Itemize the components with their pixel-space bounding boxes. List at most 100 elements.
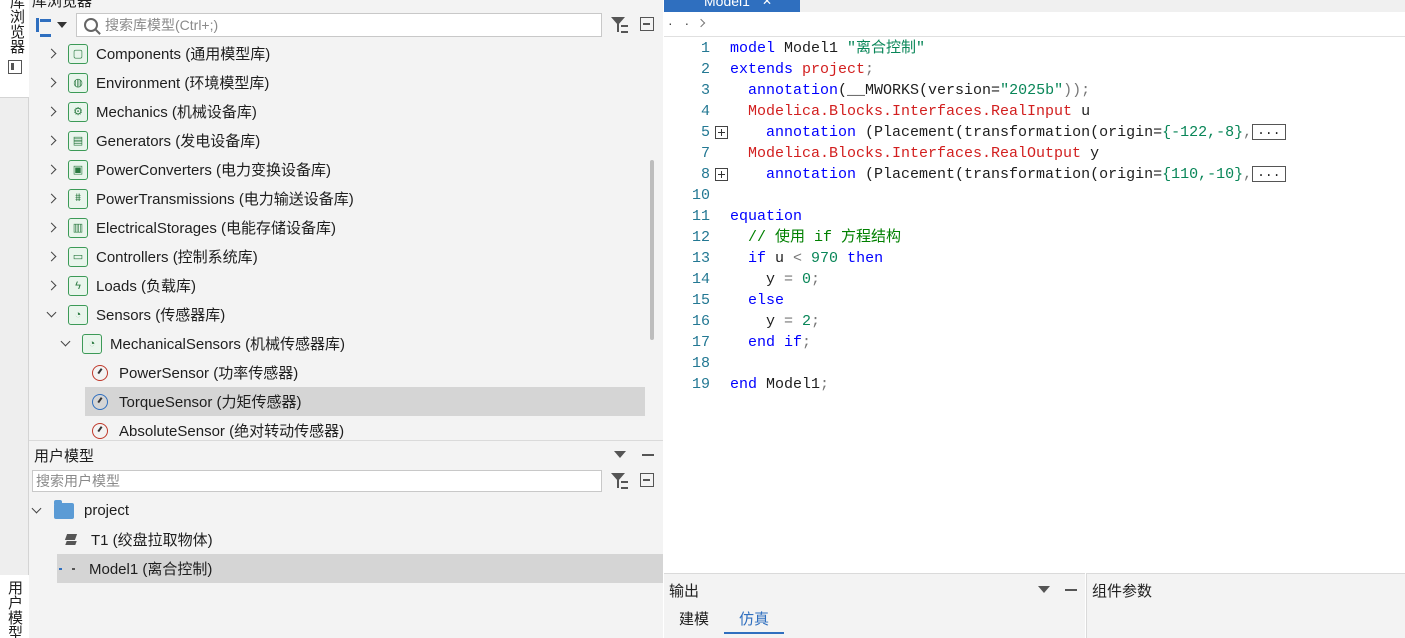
panel-menu-icon[interactable]	[614, 451, 626, 458]
tree-item-label: Sensors (传感器库)	[96, 307, 226, 324]
chevron-down-icon[interactable]	[45, 300, 59, 329]
code-line: else	[730, 292, 785, 309]
minimize-icon[interactable]	[1065, 589, 1077, 591]
library-search-input[interactable]	[105, 17, 585, 33]
code-line: annotation (Placement(transformation(ori…	[730, 164, 1286, 185]
tab-modeling[interactable]: 建模	[664, 610, 724, 634]
folded-code-ellipsis[interactable]: ...	[1252, 124, 1286, 141]
library-scrollbar[interactable]	[650, 160, 654, 340]
environment-lib-icon: ◍	[68, 72, 88, 93]
chevron-right-icon[interactable]	[45, 126, 59, 155]
user-models-title: 用户模型	[34, 448, 95, 465]
tree-item-components[interactable]: ▢ Components (通用模型库)	[45, 39, 270, 68]
tree-item-label: TorqueSensor (力矩传感器)	[119, 394, 302, 411]
code-line: extends project;	[730, 61, 875, 78]
model-icon	[57, 563, 77, 575]
code-line: Modelica.Blocks.Interfaces.RealOutput y	[730, 145, 1100, 162]
filter-icon[interactable]	[611, 16, 629, 34]
controllers-lib-icon: ▭	[68, 246, 88, 267]
code-line: // 使用 if 方程结构	[730, 229, 902, 246]
mechanicalsensors-lib-icon: ◔	[82, 333, 102, 354]
code-editor[interactable]: 1 2 3 4 5 7 8 10 11 12 13 14 15 16 17 18…	[664, 38, 1405, 573]
breadcrumb-dots[interactable]: · ·	[668, 15, 693, 31]
user-models-search-box[interactable]	[32, 470, 602, 492]
chevron-right-icon[interactable]	[45, 242, 59, 271]
tree-item-absolutesensor[interactable]: AbsoluteSensor (绝对转动传感器)	[85, 416, 645, 439]
line-number: 13	[691, 250, 710, 267]
expand-fold-icon[interactable]	[715, 168, 728, 181]
tree-item-powertransmissions[interactable]: ⩩ PowerTransmissions (电力输送设备库)	[45, 184, 354, 213]
tree-item-label: AbsoluteSensor (绝对转动传感器)	[119, 423, 345, 439]
layers-icon	[65, 533, 79, 547]
chevron-right-icon[interactable]	[45, 155, 59, 184]
code-line: model Model1 "离合控制"	[730, 40, 926, 57]
output-panel-title: 输出	[669, 583, 700, 600]
code-line: Modelica.Blocks.Interfaces.RealInput u	[730, 103, 1091, 120]
tree-item-label: T1 (绞盘拉取物体)	[91, 532, 213, 549]
component-parameters-title: 组件参数	[1092, 583, 1153, 600]
collapse-all-icon[interactable]	[640, 473, 654, 487]
chevron-down-icon	[57, 22, 67, 28]
chevron-down-icon[interactable]	[30, 496, 44, 525]
expand-fold-icon[interactable]	[715, 126, 728, 139]
chevron-right-icon[interactable]	[45, 213, 59, 242]
sensors-lib-icon: ◔	[68, 304, 88, 325]
tree-item-label: Loads (负载库)	[96, 278, 197, 295]
collapse-all-icon[interactable]	[640, 17, 654, 31]
library-tree: ▢ Components (通用模型库) ◍ Environment (环境模型…	[29, 39, 649, 439]
library-toolbar	[29, 10, 663, 38]
tree-item-label: project	[84, 502, 130, 519]
chevron-right-icon[interactable]	[45, 39, 59, 68]
tab-library-browser-label: 库浏览器	[8, 0, 25, 54]
tree-item-environment[interactable]: ◍ Environment (环境模型库)	[45, 68, 269, 97]
user-models-search-input[interactable]	[36, 471, 596, 491]
tab-user-models[interactable]: 用户模型	[0, 575, 29, 638]
tree-item-powersensor[interactable]: PowerSensor (功率传感器)	[85, 358, 645, 387]
line-number: 10	[691, 187, 710, 204]
tree-item-electricalstorages[interactable]: ▥ ElectricalStorages (电能存储设备库)	[45, 213, 336, 242]
filter-icon[interactable]	[611, 472, 629, 490]
tree-view-toggle-button[interactable]	[35, 15, 73, 37]
tree-item-controllers[interactable]: ▭ Controllers (控制系统库)	[45, 242, 258, 271]
tree-item-model1[interactable]: Model1 (离合控制)	[57, 554, 663, 583]
library-browser-panel: 库浏览器 ▢ Components (通用模型库) ◍ Environment …	[29, 0, 663, 440]
tree-item-label: Environment (环境模型库)	[96, 75, 270, 92]
tab-library-browser[interactable]: 库浏览器	[0, 0, 29, 98]
code-line: if u < 970 then	[730, 250, 884, 267]
tree-item-t1[interactable]: T1 (绞盘拉取物体)	[57, 525, 213, 554]
chevron-right-icon[interactable]	[45, 184, 59, 213]
line-number-gutter: 1 2 3 4 5 7 8 10 11 12 13 14 15 16 17 18…	[664, 38, 728, 573]
torque-sensor-icon	[89, 392, 111, 412]
tree-item-generators[interactable]: ▤ Generators (发电设备库)	[45, 126, 260, 155]
tree-item-mechanicalsensors[interactable]: ◔ MechanicalSensors (机械传感器库)	[59, 329, 345, 358]
library-search-box[interactable]	[76, 13, 602, 37]
tree-item-label: ElectricalStorages (电能存储设备库)	[96, 220, 337, 237]
tree-item-torquesensor[interactable]: TorqueSensor (力矩传感器)	[85, 387, 645, 416]
tree-item-label: Model1 (离合控制)	[89, 561, 213, 578]
line-number: 14	[691, 271, 710, 288]
tree-item-loads[interactable]: ϟ Loads (负载库)	[45, 271, 196, 300]
chevron-right-icon[interactable]	[696, 18, 706, 28]
line-number: 19	[691, 376, 710, 393]
chevron-right-icon[interactable]	[45, 68, 59, 97]
folded-code-ellipsis[interactable]: ...	[1252, 166, 1286, 183]
close-icon[interactable]: ✕	[762, 0, 772, 8]
tab-model1[interactable]: Model1 ✕	[664, 0, 800, 12]
tree-item-project[interactable]: project	[30, 496, 129, 525]
tree-item-label: Components (通用模型库)	[96, 46, 271, 63]
search-icon	[84, 18, 98, 32]
line-number: 8	[700, 166, 710, 183]
minimize-icon[interactable]	[642, 454, 654, 456]
code-line: y = 2;	[730, 313, 821, 330]
component-parameters-panel: 组件参数	[1086, 573, 1405, 638]
tree-item-powerconverters[interactable]: ▣ PowerConverters (电力变换设备库)	[45, 155, 331, 184]
code-line: end Model1;	[730, 376, 830, 393]
chevron-right-icon[interactable]	[45, 271, 59, 300]
tab-simulation[interactable]: 仿真	[724, 610, 785, 634]
chevron-right-icon[interactable]	[45, 97, 59, 126]
tree-item-sensors[interactable]: ◔ Sensors (传感器库)	[45, 300, 225, 329]
chevron-down-icon[interactable]	[59, 329, 73, 358]
tree-item-mechanics[interactable]: ⚙ Mechanics (机械设备库)	[45, 97, 257, 126]
code-line: equation	[730, 208, 803, 225]
panel-menu-icon[interactable]	[1038, 586, 1050, 593]
